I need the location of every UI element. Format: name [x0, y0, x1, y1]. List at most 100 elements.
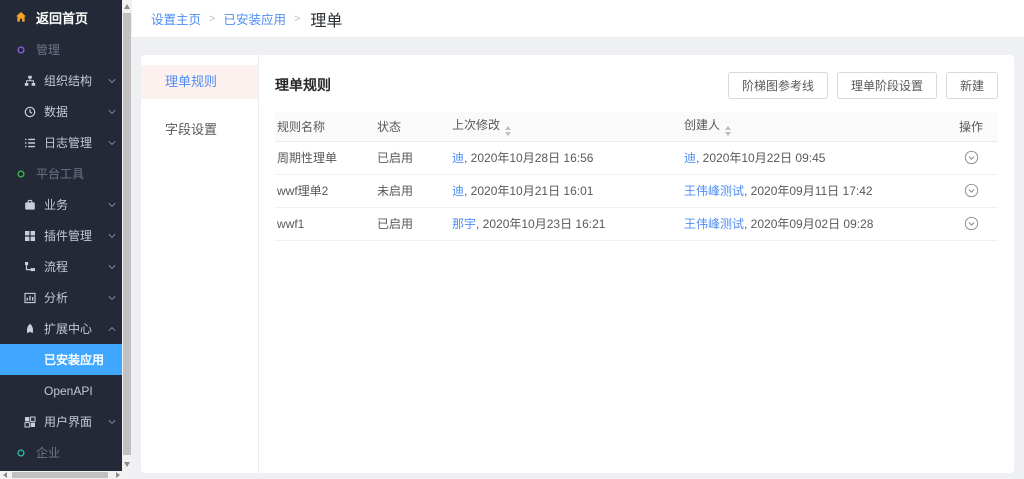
scroll-up-arrow-icon[interactable]	[124, 4, 130, 9]
scroll-left-arrow-icon[interactable]	[3, 472, 7, 478]
row-actions-down-circle-icon[interactable]	[964, 216, 979, 231]
created-date: , 2020年09月02日 09:28	[744, 217, 873, 231]
chevron-down-icon	[108, 264, 116, 270]
sidebar-item-data[interactable]: 数据	[0, 96, 122, 127]
sidebar-horizontal-scrollbar[interactable]	[0, 471, 132, 479]
modified-by-user-link[interactable]: 那宇	[452, 217, 476, 231]
operation-cell	[944, 207, 998, 240]
sidebar-item-label: 已安装应用	[44, 351, 104, 368]
chevron-down-icon	[108, 140, 116, 146]
sort-carets-icon[interactable]	[505, 126, 511, 136]
vertical-scrollbar-thumb[interactable]	[123, 13, 131, 455]
status-text: 已启用	[377, 217, 413, 231]
sidebar-item-back-home[interactable]: 返回首页	[0, 0, 122, 34]
sidebar-item-extension-center[interactable]: 扩展中心	[0, 313, 122, 344]
sort-carets-icon[interactable]	[725, 126, 731, 136]
status-cell: 已启用	[375, 141, 450, 174]
tab-list-rules[interactable]: 理单规则	[141, 65, 258, 99]
sidebar-item-label: 用户界面	[44, 413, 92, 430]
bag-icon	[24, 199, 36, 211]
horizontal-scrollbar-thumb[interactable]	[12, 472, 108, 478]
column-header-label: 创建人	[684, 118, 720, 132]
sidebar-item-label: 数据	[44, 103, 68, 120]
rules-table: 规则名称状态上次修改创建人操作 周期性理单已启用迪, 2020年10月28日 1…	[275, 112, 998, 241]
chevron-down-icon	[108, 419, 116, 425]
breadcrumb: 设置主页 > 已安装应用 > 理单	[132, 0, 1024, 38]
sidebar-item-business[interactable]: 业务	[0, 189, 122, 220]
last-modified-cell: 那宇, 2020年10月23日 16:21	[450, 207, 682, 240]
column-header-label: 上次修改	[452, 118, 500, 132]
creator-user-link[interactable]: 王伟峰测试	[684, 184, 744, 198]
breadcrumb-link-settings-home[interactable]: 设置主页	[151, 9, 201, 28]
sidebar-item-label: 插件管理	[44, 227, 92, 244]
clock-icon	[24, 106, 36, 118]
rule-name: 周期性理单	[277, 151, 337, 165]
sidebar-item-label: 流程	[44, 258, 68, 275]
plugin-icon	[24, 230, 36, 242]
sidebar-item-org-structure[interactable]: 组织结构	[0, 65, 122, 96]
modified-by-user-link[interactable]: 迪	[452, 184, 464, 198]
modified-date: , 2020年10月28日 16:56	[464, 151, 593, 165]
status-cell: 未启用	[375, 174, 450, 207]
sidebar-item-plugin-management[interactable]: 插件管理	[0, 220, 122, 251]
sidebar-item-enterprise[interactable]: 企业	[0, 437, 122, 468]
scroll-down-arrow-icon[interactable]	[124, 462, 130, 467]
table-row: 周期性理单已启用迪, 2020年10月28日 16:56迪, 2020年10月2…	[275, 141, 998, 174]
sidebar-item-label: 平台工具	[36, 165, 84, 182]
sidebar-item-installed-apps[interactable]: 已安装应用	[0, 344, 122, 375]
sidebar-item-label: 分析	[44, 289, 68, 306]
section-title: 理单规则	[275, 75, 331, 95]
rule-name: wwf理单2	[277, 184, 328, 198]
caret-up-icon	[725, 126, 731, 130]
chevron-down-icon	[108, 233, 116, 239]
scroll-right-arrow-icon[interactable]	[116, 472, 120, 478]
chevron-down-icon	[108, 202, 116, 208]
sidebar-item-management[interactable]: 管理	[0, 34, 122, 65]
row-actions-down-circle-icon[interactable]	[964, 183, 979, 198]
table-header-row: 规则名称 状态 上次修改 创建人 操作	[275, 112, 998, 141]
modified-by-user-link[interactable]: 迪	[452, 151, 464, 165]
table-row: wwf理单2 未启用 迪, 2020年10月21日 16:01 王伟峰测试, 2020…	[275, 174, 998, 207]
creator-user-link[interactable]: 迪	[684, 151, 696, 165]
creator-cell: 迪, 2020年10月22日 09:45	[682, 141, 944, 174]
sidebar-item-process[interactable]: 流程	[0, 251, 122, 282]
column-header-status: 状态	[375, 112, 450, 141]
status-text: 未启用	[377, 184, 413, 198]
created-date: , 2020年09月11日 17:42	[744, 184, 873, 198]
sidebar-item-openapi[interactable]: OpenAPI	[0, 375, 122, 406]
create-new-button[interactable]: 新建	[946, 72, 998, 99]
sidebar-item-platform-tools[interactable]: 平台工具	[0, 158, 122, 189]
caret-up-icon	[505, 126, 511, 130]
column-header-creator[interactable]: 创建人	[682, 112, 944, 141]
breadcrumb-separator: >	[209, 13, 215, 25]
creator-cell: 王伟峰测试, 2020年09月02日 09:28	[682, 207, 944, 240]
sidebar-item-analysis[interactable]: 分析	[0, 282, 122, 313]
sidebar-item-label: 日志管理	[44, 134, 92, 151]
sidebar-item-label: 管理	[36, 41, 60, 58]
breadcrumb-link-installed-apps[interactable]: 已安装应用	[223, 9, 286, 28]
sidebar-item-label: 扩展中心	[44, 320, 92, 337]
created-date: , 2020年10月22日 09:45	[696, 151, 825, 165]
extension-icon	[24, 323, 36, 335]
list-stage-settings-button[interactable]: 理单阶段设置	[837, 72, 937, 99]
circle-icon	[15, 447, 27, 459]
column-header-operation: 操作	[944, 112, 998, 141]
ui-grid-icon	[24, 416, 36, 428]
column-header-label: 状态	[377, 120, 401, 134]
rule-name-cell: wwf1	[275, 207, 375, 240]
row-actions-down-circle-icon[interactable]	[964, 150, 979, 165]
creator-user-link[interactable]: 王伟峰测试	[684, 217, 744, 231]
sidebar-vertical-scrollbar[interactable]	[122, 0, 132, 471]
modified-date: , 2020年10月21日 16:01	[464, 184, 593, 198]
column-header-label: 规则名称	[277, 120, 325, 134]
caret-down-icon	[725, 132, 731, 136]
column-header-last-modified[interactable]: 上次修改	[450, 112, 682, 141]
breadcrumb-separator: >	[294, 13, 300, 25]
step-chart-reference-line-button[interactable]: 阶梯图参考线	[728, 72, 828, 99]
status-cell: 已启用	[375, 207, 450, 240]
toolbar-buttons: 阶梯图参考线 理单阶段设置 新建	[728, 72, 998, 99]
modified-date: , 2020年10月23日 16:21	[476, 217, 605, 231]
sidebar-item-log-management[interactable]: 日志管理	[0, 127, 122, 158]
sidebar-item-user-interface[interactable]: 用户界面	[0, 406, 122, 437]
tab-field-settings[interactable]: 字段设置	[141, 113, 258, 147]
